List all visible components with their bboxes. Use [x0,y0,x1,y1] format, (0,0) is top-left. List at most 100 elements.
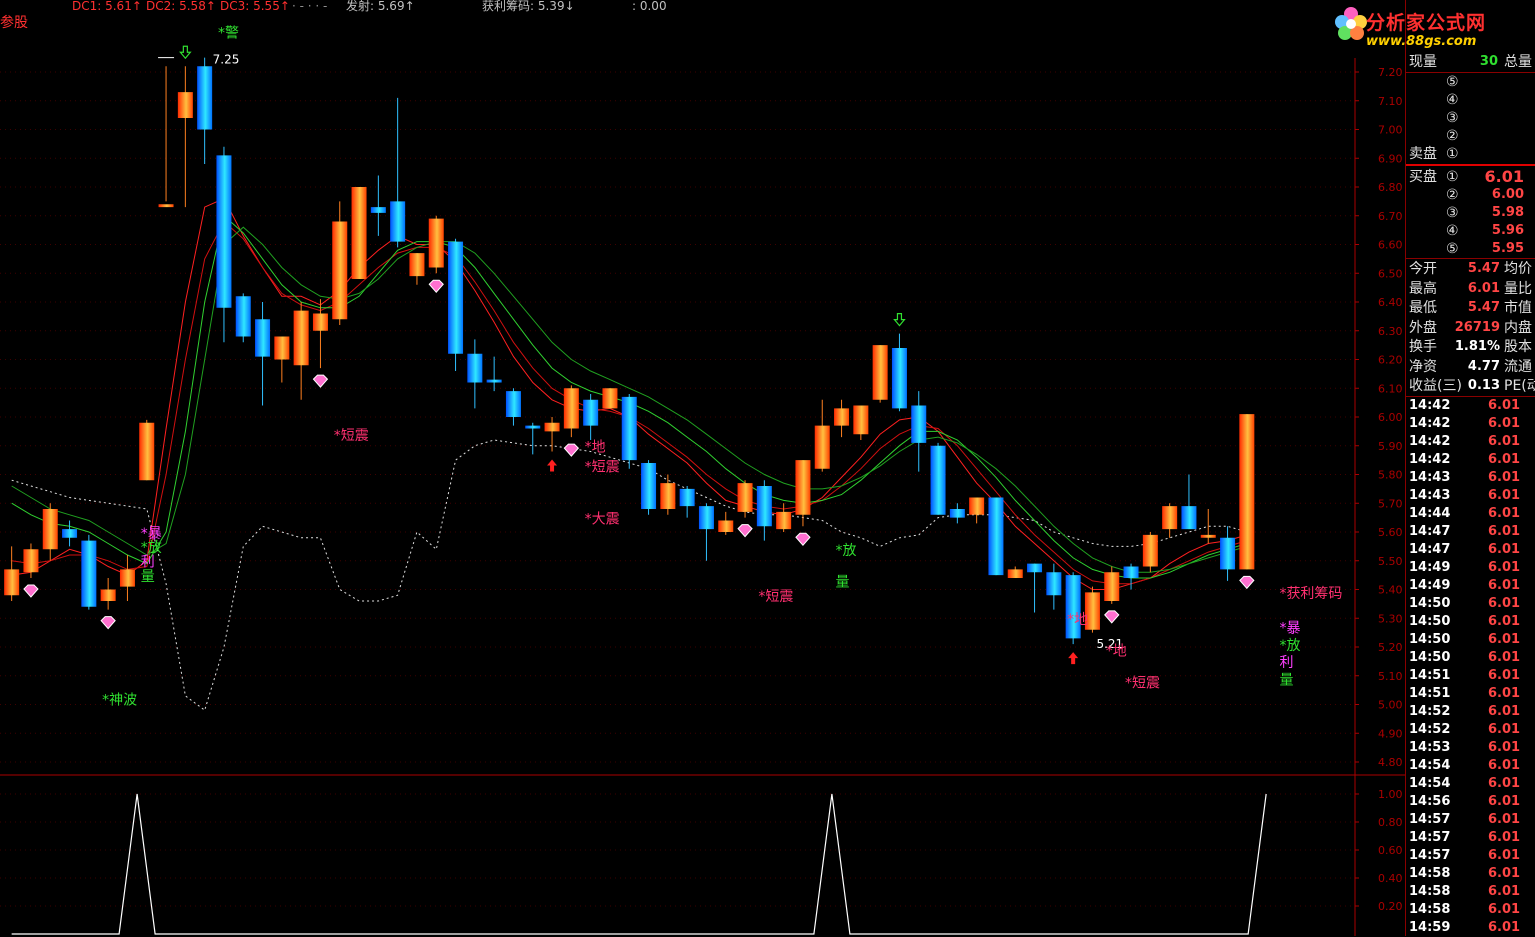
candle-body [409,253,425,277]
trade-row: 14:44 6.01 [1409,506,1521,521]
candle-body [776,511,792,530]
candle-body [795,460,811,515]
candle-body [4,569,20,596]
candle-body [505,391,521,417]
y-tick-label: 5.00 [1378,699,1403,712]
indicator-header: 参股 DC1: 5.61↑ DC2: 5.58↑ DC3: 5.55↑ · - · · … [0,0,667,31]
buy-level-row: ③ 5.98 [1446,205,1524,221]
signal-label: *放 [1279,638,1300,654]
candle-body [119,569,135,587]
sell-level-row: 卖盘 ① [1409,146,1459,162]
price-axis: 7.20 7.10 7.00 6.90 6.80 6.70 6.60 6.50 6.40 6.30… [0,58,1405,936]
trade-row: 14:59 6.01 [1409,920,1521,935]
trade-row: 14:50 6.01 [1409,596,1521,611]
candle-body [467,353,483,383]
stat-row: 今开 5.47 均价 [1409,261,1532,277]
trade-row: 14:51 6.01 [1409,668,1521,683]
flower-logo-icon [1335,7,1367,40]
candle-body [42,509,58,550]
y-tick-label: 5.30 [1378,612,1403,625]
stat-row: 最低 5.47 市值 [1409,300,1532,316]
up-arrow-icon [1068,652,1079,665]
signal-label: *地 [1106,644,1127,660]
header-left-label: 参股 [0,14,28,31]
y-tick-label: 6.00 [1378,411,1403,424]
logo-url-text: www.88gs.com [1366,34,1477,49]
candle-body [1104,572,1120,601]
y-tick-label: 6.10 [1378,382,1403,395]
candle-body [1220,537,1236,570]
sub-y-tick-label: 0.60 [1378,844,1403,857]
candle-body [312,313,328,331]
candle-body [1123,566,1139,578]
stat-row: 最高 6.01 量比 [1409,280,1532,297]
header-item: DC2: 5.58↑ [146,0,216,13]
candle-body [544,422,560,432]
candle-body [853,405,869,435]
candle-body [698,506,714,530]
signal-label: 量 [1279,672,1293,688]
y-tick-label: 6.30 [1378,325,1403,338]
candle-body [737,483,753,512]
kline-chart[interactable]: 参股 DC1: 5.61↑ DC2: 5.58↑ DC3: 5.55↑ · - · · … [0,0,1405,936]
y-tick-label: 6.90 [1378,152,1403,165]
candle-body [563,388,579,429]
y-tick-label: 5.90 [1378,440,1403,453]
candle-body [891,348,907,409]
trade-row: 14:54 6.01 [1409,758,1521,773]
buy-level-row: ④ 5.96 [1446,223,1524,239]
y-tick-label: 5.40 [1378,584,1403,597]
trade-row: 14:52 6.01 [1409,722,1521,737]
candle-body [370,207,386,213]
trade-row: 14:50 6.01 [1409,614,1521,629]
y-tick-label: 6.80 [1378,181,1403,194]
logo-main-text: 分析家公式网 [1366,12,1487,34]
buy-level-row: ② 6.00 [1446,187,1524,203]
header-item: DC1: 5.61↑ [72,0,142,13]
header-item: 发射: 5.69↑ [346,0,415,13]
candle-body [1065,575,1081,639]
trade-row: 14:47 6.01 [1409,524,1521,539]
y-tick-label: 5.20 [1378,641,1403,654]
candle-body [332,221,348,320]
trade-row: 14:52 6.01 [1409,704,1521,719]
y-tick-label: 5.10 [1378,670,1403,683]
candle-body [1239,414,1255,570]
sell-level-row: ④ [1446,92,1459,108]
candle-body [197,66,213,130]
up-arrow-icon [547,459,558,472]
y-tick-label: 5.70 [1378,497,1403,510]
diamond-icon [737,524,753,538]
trade-row: 14:49 6.01 [1409,578,1521,593]
candle-body [525,425,541,429]
y-tick-label: 4.80 [1378,756,1403,769]
sub-y-tick-label: 0.20 [1378,900,1403,913]
signal-label: *地 [1067,612,1088,628]
diamond-icon [312,374,329,388]
trade-row: 14:42 6.01 [1409,452,1521,467]
diamond-icon [563,443,580,457]
signal-label: *暴 [1279,621,1300,637]
trade-row: 14:58 6.01 [1409,902,1521,917]
stat-row: 换手 1.81% 股本 [1409,339,1532,355]
grid-lines [0,71,1355,763]
candle-body [756,486,772,527]
y-tick-label: 5.50 [1378,555,1403,568]
signal-label: 量 [141,569,155,585]
signal-label: 量 [836,575,850,591]
site-logo: 分析家公式网 www.88gs.com [1335,0,1535,54]
trade-row: 14:54 6.01 [1409,776,1521,791]
candle-body [911,405,927,443]
candle-body [428,218,444,268]
stat-row: 净资 4.77 流通 [1409,358,1532,375]
candle-body [62,529,78,538]
down-arrow-icon [179,45,192,60]
candle-body [274,336,290,360]
y-tick-label: 5.60 [1378,526,1403,539]
header-item: DC3: 5.55↑ [220,0,290,13]
sub-y-tick-label: 1.00 [1378,788,1403,801]
candle-body [930,445,946,515]
signal-label: 利 [1279,655,1293,671]
candle-body [139,422,155,481]
signal-label: *地 [585,440,606,456]
